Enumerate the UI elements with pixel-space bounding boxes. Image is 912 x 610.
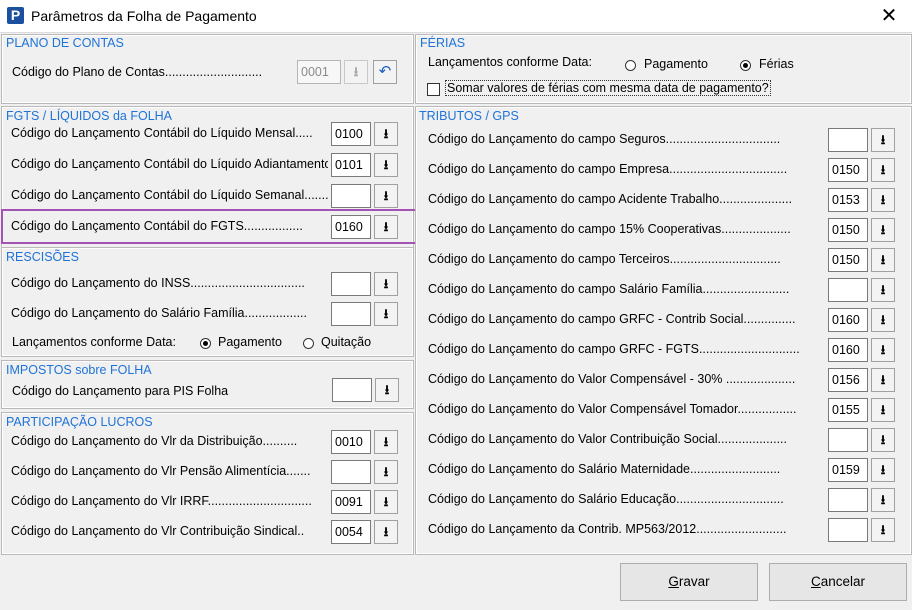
ferias-panel: FÉRIAS Lançamentos conforme Data: Pagame…: [416, 35, 911, 103]
down-arrow-icon: ⭳: [880, 492, 886, 507]
tributos-lookup-button[interactable]: ⭳: [871, 278, 895, 302]
cancel-button-label: ancelar: [820, 574, 866, 589]
undo-arrow-icon: ↶: [378, 63, 392, 80]
tributos-lookup-button[interactable]: ⭳: [871, 458, 895, 482]
tributos-code-input[interactable]: [828, 368, 868, 392]
tributos-lookup-button[interactable]: ⭳: [871, 338, 895, 362]
tributos-row: Código do Lançamento do Valor Compensáve…: [0, 368, 912, 392]
down-arrow-icon: ⭳: [880, 222, 886, 237]
tributos-row: Código do Lançamento do campo GRFC - Con…: [0, 308, 912, 332]
ferias-radio-pagamento[interactable]: [625, 60, 636, 71]
tributos-row: Código do Lançamento do campo Terceiros.…: [0, 248, 912, 272]
plano-contas-label: Código do Plano de Contas...............…: [12, 65, 263, 79]
tributos-code-input[interactable]: [828, 308, 868, 332]
down-arrow-icon: ⭳: [353, 64, 359, 79]
tributos-label: Código do Lançamento do campo Acidente T…: [428, 192, 793, 206]
tributos-row: Código do Lançamento do Valor Compensáve…: [0, 398, 912, 422]
down-arrow-icon: ⭳: [880, 132, 886, 147]
tributos-lookup-button[interactable]: ⭳: [871, 518, 895, 542]
somar-ferias-checkbox[interactable]: [427, 83, 440, 96]
tributos-code-input[interactable]: [828, 188, 868, 212]
tributos-lookup-button[interactable]: ⭳: [871, 188, 895, 212]
tributos-label: Código do Lançamento do Salário Maternid…: [428, 462, 781, 476]
plano-contas-title: PLANO DE CONTAS: [6, 36, 124, 50]
down-arrow-icon: ⭳: [880, 312, 886, 327]
tributos-row: Código do Lançamento do campo Acidente T…: [0, 188, 912, 212]
plano-contas-undo-button[interactable]: ↶: [373, 60, 397, 84]
tributos-label: Código do Lançamento do campo Terceiros.…: [428, 252, 781, 266]
somar-ferias-label[interactable]: Somar valores de férias com mesma data d…: [445, 80, 771, 96]
down-arrow-icon: ⭳: [880, 282, 886, 297]
down-arrow-icon: ⭳: [880, 252, 886, 267]
tributos-code-input[interactable]: [828, 518, 868, 542]
tributos-label: Código do Lançamento do Valor Compensáve…: [428, 372, 796, 386]
tributos-code-input[interactable]: [828, 488, 868, 512]
tributos-row: Código do Lançamento do campo Seguros...…: [0, 128, 912, 152]
tributos-row: Código do Lançamento do Valor Contribuiç…: [0, 428, 912, 452]
save-button-accelerator: G: [668, 574, 679, 589]
tributos-code-input[interactable]: [828, 398, 868, 422]
plano-contas-lookup-button[interactable]: ⭳: [344, 60, 368, 84]
tributos-label: Código do Lançamento do campo GRFC - FGT…: [428, 342, 800, 356]
tributos-label: Código do Lançamento do campo 15% Cooper…: [428, 222, 791, 236]
tributos-title: TRIBUTOS / GPS: [419, 109, 519, 123]
ferias-radio-label: Lançamentos conforme Data:: [428, 55, 592, 69]
down-arrow-icon: ⭳: [880, 162, 886, 177]
down-arrow-icon: ⭳: [880, 522, 886, 537]
tributos-lookup-button[interactable]: ⭳: [871, 428, 895, 452]
tributos-row: Código do Lançamento da Contrib. MP563/2…: [0, 518, 912, 542]
down-arrow-icon: ⭳: [880, 372, 886, 387]
tributos-code-input[interactable]: [828, 248, 868, 272]
app-logo-icon: P: [7, 7, 24, 24]
tributos-code-input[interactable]: [828, 458, 868, 482]
tributos-code-input[interactable]: [828, 428, 868, 452]
save-button-label: ravar: [678, 574, 710, 589]
tributos-row: Código do Lançamento do campo GRFC - FGT…: [0, 338, 912, 362]
tributos-row: Código do Lançamento do Salário Maternid…: [0, 458, 912, 482]
tributos-label: Código do Lançamento do Valor Contribuiç…: [428, 432, 787, 446]
tributos-label: Código do Lançamento do campo Empresa...…: [428, 162, 788, 176]
tributos-lookup-button[interactable]: ⭳: [871, 398, 895, 422]
tributos-row: Código do Lançamento do campo Empresa...…: [0, 158, 912, 182]
tributos-code-input[interactable]: [828, 158, 868, 182]
tributos-lookup-button[interactable]: ⭳: [871, 158, 895, 182]
tributos-row: Código do Lançamento do campo 15% Cooper…: [0, 218, 912, 242]
tributos-lookup-button[interactable]: ⭳: [871, 308, 895, 332]
tributos-row: Código do Lançamento do Salário Educação…: [0, 488, 912, 512]
cancel-button[interactable]: Cancelar: [769, 563, 907, 601]
down-arrow-icon: ⭳: [880, 342, 886, 357]
save-button[interactable]: Gravar: [620, 563, 758, 601]
tributos-code-input[interactable]: [828, 278, 868, 302]
window-title: Parâmetros da Folha de Pagamento: [31, 8, 257, 24]
fgts-title: FGTS / LÍQUIDOS da FOLHA: [6, 109, 173, 123]
tributos-label: Código do Lançamento do Salário Educação…: [428, 492, 784, 506]
down-arrow-icon: ⭳: [880, 402, 886, 417]
tributos-code-input[interactable]: [828, 128, 868, 152]
ferias-radio-ferias[interactable]: [740, 60, 751, 71]
tributos-label: Código do Lançamento do campo GRFC - Con…: [428, 312, 796, 326]
tributos-row: Código do Lançamento do campo Salário Fa…: [0, 278, 912, 302]
ferias-option-pagamento: Pagamento: [644, 57, 708, 71]
plano-contas-panel: PLANO DE CONTAS Código do Plano de Conta…: [2, 35, 413, 103]
tributos-lookup-button[interactable]: ⭳: [871, 128, 895, 152]
close-icon[interactable]: ✕: [866, 0, 912, 32]
down-arrow-icon: ⭳: [880, 462, 886, 477]
tributos-label: Código do Lançamento do Valor Compensáve…: [428, 402, 797, 416]
tributos-lookup-button[interactable]: ⭳: [871, 248, 895, 272]
tributos-code-input[interactable]: [828, 338, 868, 362]
plano-contas-code-input[interactable]: [297, 60, 341, 84]
title-bar: P Parâmetros da Folha de Pagamento ✕: [0, 0, 912, 33]
tributos-label: Código do Lançamento do campo Salário Fa…: [428, 282, 790, 296]
tributos-lookup-button[interactable]: ⭳: [871, 218, 895, 242]
down-arrow-icon: ⭳: [880, 432, 886, 447]
tributos-label: Código do Lançamento da Contrib. MP563/2…: [428, 522, 787, 536]
tributos-lookup-button[interactable]: ⭳: [871, 488, 895, 512]
ferias-title: FÉRIAS: [420, 36, 466, 50]
cancel-button-accelerator: C: [810, 574, 821, 589]
tributos-lookup-button[interactable]: ⭳: [871, 368, 895, 392]
tributos-label: Código do Lançamento do campo Seguros...…: [428, 132, 781, 146]
down-arrow-icon: ⭳: [880, 192, 886, 207]
tributos-code-input[interactable]: [828, 218, 868, 242]
ferias-option-ferias: Férias: [759, 57, 794, 71]
